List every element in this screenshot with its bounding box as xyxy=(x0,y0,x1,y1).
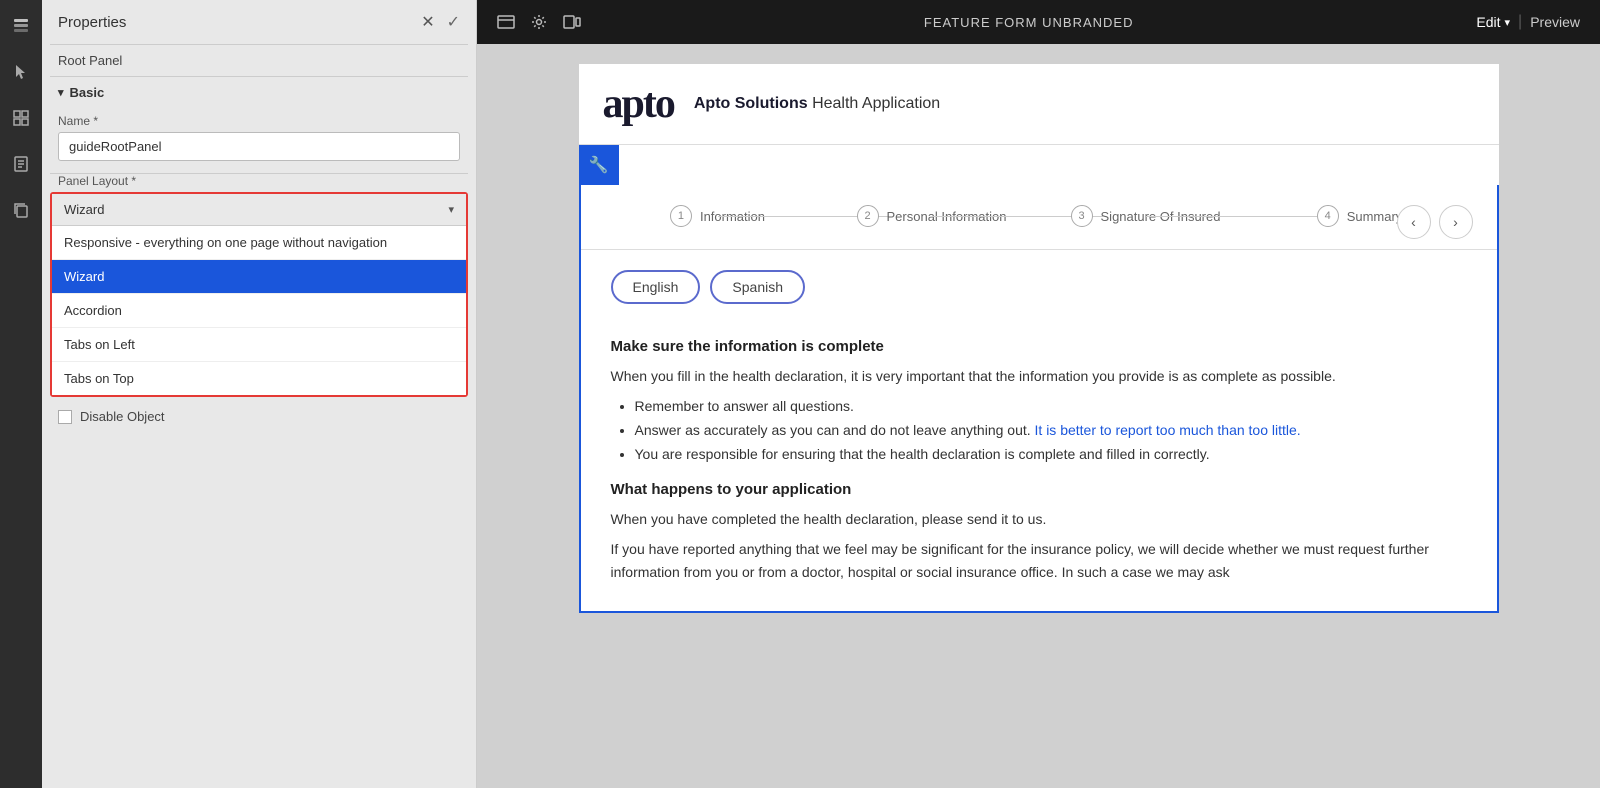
check-icon[interactable]: ✓ xyxy=(447,12,460,32)
language-section: English Spanish xyxy=(581,250,1497,314)
properties-header: Properties ✕ ✓ xyxy=(42,0,476,44)
bullet-2-highlight: It is better to report too much than too… xyxy=(1035,422,1301,438)
form-body: Make sure the information is complete Wh… xyxy=(581,314,1497,611)
option-accordion[interactable]: Accordion xyxy=(52,294,466,328)
top-nav-title: FEATURE FORM UNBRANDED xyxy=(924,15,1134,30)
cursor-icon[interactable] xyxy=(7,58,35,86)
section1-paragraph: When you fill in the health declaration,… xyxy=(611,365,1467,387)
dropdown-selected-value[interactable]: Wizard ▾ xyxy=(52,194,466,226)
dropdown-options-list: Responsive - everything on one page with… xyxy=(52,226,466,395)
properties-header-icons: ✕ ✓ xyxy=(421,12,460,32)
lang-buttons: English Spanish xyxy=(611,270,1467,304)
bullet-1: Remember to answer all questions. xyxy=(635,395,1467,419)
section1-title: Make sure the information is complete xyxy=(611,338,1467,355)
toolbar-row: 🔧 xyxy=(579,145,1499,185)
disable-object-checkbox[interactable] xyxy=(58,410,72,424)
wrench-icon: 🔧 xyxy=(589,155,609,175)
wizard-steps-container: 1 Information 2 Personal Inf xyxy=(581,185,1497,250)
step-3-circle: 3 xyxy=(1071,205,1093,227)
properties-title: Properties xyxy=(58,14,126,31)
bullet-2: Answer as accurately as you can and do n… xyxy=(635,419,1467,443)
wizard-step-3[interactable]: 3 Signature Of Insured xyxy=(1039,205,1253,249)
responsive-icon[interactable] xyxy=(563,15,581,29)
copy-icon[interactable] xyxy=(7,196,35,224)
name-field-group: Name * xyxy=(42,108,476,173)
top-nav-actions: Edit ▾ | Preview xyxy=(1476,13,1580,31)
section1-bullets: Remember to answer all questions. Answer… xyxy=(635,395,1467,466)
step-2-circle: 2 xyxy=(857,205,879,227)
name-field-label: Name * xyxy=(58,114,460,128)
settings-icon[interactable] xyxy=(531,14,547,30)
left-sidebar xyxy=(0,0,42,788)
step-1-circle: 1 xyxy=(670,205,692,227)
wizard-step-1[interactable]: 1 Information xyxy=(611,205,825,249)
step-4-top: 4 Summary xyxy=(1317,205,1403,227)
layers-icon[interactable] xyxy=(7,12,35,40)
root-panel-label: Root Panel xyxy=(42,45,476,76)
properties-panel: Properties ✕ ✓ Root Panel ▾ Basic Name *… xyxy=(42,0,477,788)
option-tabs-top[interactable]: Tabs on Top xyxy=(52,362,466,395)
top-nav: FEATURE FORM UNBRANDED Edit ▾ | Preview xyxy=(477,0,1600,44)
main-area: FEATURE FORM UNBRANDED Edit ▾ | Preview … xyxy=(477,0,1600,788)
preview-button[interactable]: Preview xyxy=(1530,14,1580,30)
selected-option-label: Wizard xyxy=(64,202,104,217)
toolbar-button[interactable]: 🔧 xyxy=(579,145,619,185)
option-responsive[interactable]: Responsive - everything on one page with… xyxy=(52,226,466,260)
layout-icon[interactable] xyxy=(497,15,515,29)
basic-chevron-icon: ▾ xyxy=(58,86,64,99)
panel-layout-label: Panel Layout * xyxy=(42,174,476,188)
edit-button[interactable]: Edit ▾ xyxy=(1476,14,1510,30)
bullet-3: You are responsible for ensuring that th… xyxy=(635,443,1467,467)
option-wizard[interactable]: Wizard xyxy=(52,260,466,294)
application-title: Health Application xyxy=(812,95,940,112)
form-header: apto Apto Solutions Health Application xyxy=(579,64,1499,145)
step-4-label: Summary xyxy=(1347,209,1403,224)
grid-icon[interactable] xyxy=(7,104,35,132)
disable-object-label: Disable Object xyxy=(80,409,165,424)
logo-text: apto xyxy=(603,80,674,128)
top-nav-icons xyxy=(497,14,581,30)
dropdown-arrow-icon: ▾ xyxy=(448,203,454,216)
step-4-circle: 4 xyxy=(1317,205,1339,227)
edit-dropdown-icon: ▾ xyxy=(1505,16,1511,29)
section2-paragraph2: If you have reported anything that we fe… xyxy=(611,538,1467,583)
section2-paragraph1: When you have completed the health decla… xyxy=(611,508,1467,530)
next-arrow-button[interactable]: › xyxy=(1439,205,1473,239)
close-icon[interactable]: ✕ xyxy=(421,12,434,32)
nav-arrows: ‹ › xyxy=(1397,205,1473,239)
disable-object-row: Disable Object xyxy=(42,397,476,436)
panel-layout-dropdown[interactable]: Wizard ▾ Responsive - everything on one … xyxy=(50,192,468,397)
company-name: Apto Solutions Health Application xyxy=(694,95,940,113)
basic-section-label: Basic xyxy=(70,85,105,100)
wizard-tabs: 1 Information 2 Personal Inf xyxy=(581,185,1497,250)
form-area: apto Apto Solutions Health Application 🔧 xyxy=(477,44,1600,788)
spanish-button[interactable]: Spanish xyxy=(710,270,805,304)
prev-arrow-button[interactable]: ‹ xyxy=(1397,205,1431,239)
english-button[interactable]: English xyxy=(611,270,701,304)
section2-title: What happens to your application xyxy=(611,481,1467,498)
basic-section-header[interactable]: ▾ Basic xyxy=(42,77,476,108)
book-icon[interactable] xyxy=(7,150,35,178)
wizard-step-2[interactable]: 2 Personal Information xyxy=(825,205,1039,249)
name-input[interactable] xyxy=(58,132,460,161)
nav-separator: | xyxy=(1518,13,1522,31)
form-content: 1 Information 2 Personal Inf xyxy=(579,185,1499,613)
option-tabs-left[interactable]: Tabs on Left xyxy=(52,328,466,362)
